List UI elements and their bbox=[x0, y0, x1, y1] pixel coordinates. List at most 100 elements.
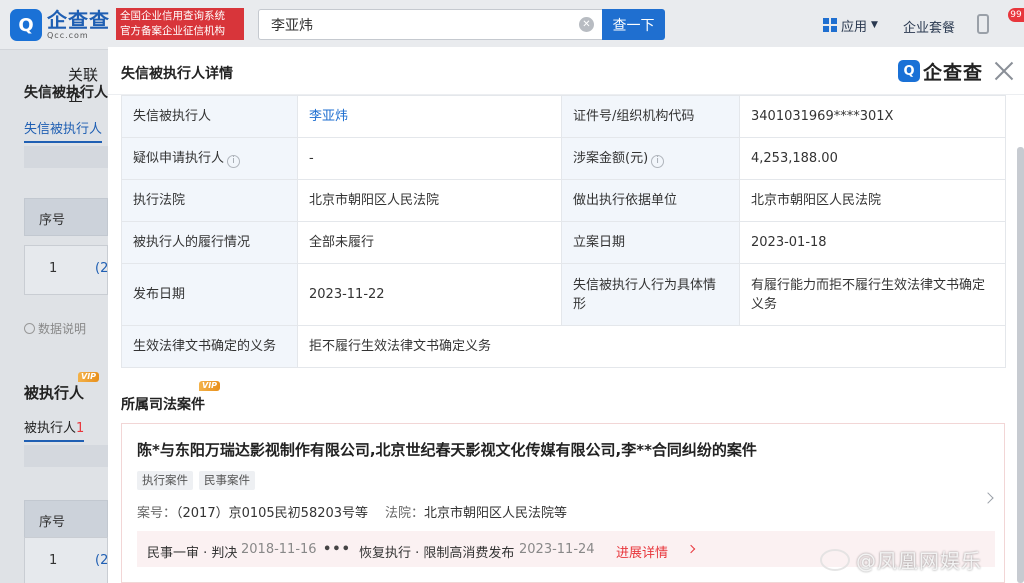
slogan-line-2: 官方备案企业征信机构 bbox=[120, 25, 225, 37]
table-row: 失信被执行人 李亚炜 证件号/组织机构代码 3401031969****301X bbox=[121, 95, 1006, 138]
progress-step-2-date: 2023-11-24 bbox=[519, 542, 595, 557]
id-number-value: 3401031969****301X bbox=[739, 95, 1006, 138]
label-obligation: 生效法律文书确定的义务 bbox=[121, 325, 298, 368]
weibo-eye-icon bbox=[820, 548, 850, 571]
label-amount: 涉案金额(元) i bbox=[561, 137, 740, 180]
info-icon[interactable]: i bbox=[227, 155, 241, 168]
table-row: 发布日期 2023-11-22 失信被执行人行为具体情形 有履行能力而拒不履行生… bbox=[121, 263, 1006, 326]
modal-logo-text: 企查查 bbox=[923, 61, 984, 84]
enterprise-package-link[interactable]: 企业套餐 bbox=[903, 17, 955, 36]
logo-text-en: Qcc.com bbox=[47, 31, 89, 40]
search-input[interactable]: 李亚炜 ✕ bbox=[258, 9, 602, 40]
case-court: 法院：北京市朝阳区人民法院等 bbox=[385, 502, 567, 521]
label-filing-date: 立案日期 bbox=[561, 221, 740, 264]
case-court-label: 法院： bbox=[385, 506, 425, 521]
behavior-value: 有履行能力而拒不履行生效法律文书确定义务 bbox=[739, 263, 1006, 326]
tag-civil-case: 民事案件 bbox=[199, 471, 255, 490]
progress-step-1-date: 2018-11-16 bbox=[241, 542, 317, 557]
court-value: 北京市朝阳区人民法院 bbox=[297, 179, 562, 222]
bg-row-seq: 1 bbox=[49, 261, 58, 276]
modal-logo: Q 企查查 bbox=[898, 59, 984, 84]
detail-table: 失信被执行人 李亚炜 证件号/组织机构代码 3401031969****301X… bbox=[121, 95, 1006, 368]
label-publish-date: 发布日期 bbox=[121, 263, 298, 326]
top-header: Q 企查查 Qcc.com 全国企业信用查询系统 官方备案企业征信机构 李亚炜 … bbox=[0, 0, 1024, 50]
bg-row-link-2[interactable]: (2 bbox=[95, 553, 108, 568]
performance-value: 全部未履行 bbox=[297, 221, 562, 264]
progress-details-link[interactable]: 进展详情 bbox=[616, 542, 668, 561]
chevron-right-icon[interactable] bbox=[982, 492, 994, 504]
modal-title: 失信被执行人详情 bbox=[121, 66, 233, 82]
case-court-value: 北京市朝阳区人民法院等 bbox=[424, 506, 568, 521]
label-id-number: 证件号/组织机构代码 bbox=[561, 95, 740, 138]
close-icon[interactable] bbox=[992, 59, 1016, 83]
bg-subtab-dishonest[interactable]: 失信被执行人 bbox=[24, 118, 103, 143]
label-performance: 被执行人的履行情况 bbox=[121, 221, 298, 264]
dishonest-person-link[interactable]: 李亚炜 bbox=[297, 95, 562, 138]
logo-text-cn: 企查查 bbox=[47, 8, 110, 32]
bg-row-link[interactable]: (2 bbox=[95, 261, 108, 276]
table-row: 执行法院 北京市朝阳区人民法院 做出执行依据单位 北京市朝阳区人民法院 bbox=[121, 179, 1006, 222]
bg-section-dishonest: 失信被执行人 bbox=[24, 85, 108, 101]
apps-grid-icon bbox=[823, 18, 837, 32]
apps-label: 应用 bbox=[841, 19, 868, 35]
clear-icon[interactable]: ✕ bbox=[579, 17, 594, 32]
vip-badge: VIP bbox=[78, 372, 100, 382]
vip-badge: VIP bbox=[199, 381, 221, 391]
label-applicant: 疑似申请执行人 i bbox=[121, 137, 298, 180]
cases-section-title: 所属司法案件 bbox=[121, 397, 205, 413]
bg-section-executed: 被执行人 bbox=[24, 384, 85, 402]
progress-step-2: 恢复执行 · 限制高消费发布 bbox=[359, 546, 515, 561]
case-number: 案号：（2017）京0105民初58203号等 bbox=[137, 502, 368, 521]
chevron-right-icon bbox=[686, 544, 696, 554]
label-behavior: 失信被执行人行为具体情形 bbox=[561, 263, 740, 326]
obligation-value: 拒不履行生效法律文书确定义务 bbox=[297, 325, 1006, 368]
search-button[interactable]: 查一下 bbox=[602, 9, 665, 40]
background-page: 关联企 失信被执行人 失信被执行人 序号 1 (2 数据说明 被执行人 VIP … bbox=[0, 50, 108, 583]
filing-date-value: 2023-01-18 bbox=[739, 221, 1006, 264]
detail-modal: 失信被执行人详情 Q 企查查 失信被执行人 李亚炜 证件号/组织机构代码 340… bbox=[108, 47, 1024, 583]
basis-unit-value: 北京市朝阳区人民法院 bbox=[739, 179, 1006, 222]
bg-filter-bar bbox=[24, 146, 108, 168]
apps-menu-button[interactable]: 应用 ▼ bbox=[823, 13, 878, 37]
progress-more-icon: ••• bbox=[323, 542, 351, 557]
notification-badge[interactable]: 99 bbox=[1008, 8, 1024, 22]
bg-filter-bar-2 bbox=[24, 445, 108, 467]
search-input-value: 李亚炜 bbox=[271, 17, 313, 34]
bg-col-seq-2: 序号 bbox=[39, 515, 66, 530]
table-row: 疑似申请执行人 i - 涉案金额(元) i 4,253,188.00 bbox=[121, 137, 1006, 180]
phone-icon[interactable] bbox=[977, 14, 989, 34]
bg-subtab-count: 1 bbox=[76, 421, 85, 436]
table-row: 1 (2 bbox=[24, 537, 108, 583]
tag-execution-case: 执行案件 bbox=[137, 471, 193, 490]
bg-subtab-executed[interactable]: 被执行人1 bbox=[24, 417, 85, 442]
logo-mark-icon: Q bbox=[10, 9, 42, 41]
case-title[interactable]: 陈*与东阳万瑞达影视制作有限公司,北京世纪春天影视文化传媒有限公司,李**合同纠… bbox=[137, 439, 757, 460]
table-row: 被执行人的履行情况 全部未履行 立案日期 2023-01-18 bbox=[121, 221, 1006, 264]
info-icon[interactable]: i bbox=[651, 155, 665, 168]
bg-col-seq: 序号 bbox=[39, 213, 66, 228]
bg-table-header-2: 序号 bbox=[24, 500, 108, 538]
info-icon bbox=[24, 323, 35, 334]
label-dishonest-person: 失信被执行人 bbox=[121, 95, 298, 138]
site-logo[interactable]: Q 企查查 Qcc.com bbox=[10, 8, 110, 42]
logo-mark-icon: Q bbox=[898, 60, 920, 82]
bg-data-note[interactable]: 数据说明 bbox=[24, 320, 86, 337]
watermark-text: @凤凰网娱乐 bbox=[856, 549, 982, 573]
modal-scrollbar[interactable] bbox=[1017, 147, 1024, 583]
bg-table-header: 序号 bbox=[24, 198, 108, 236]
slogan-line-1: 全国企业信用查询系统 bbox=[120, 10, 225, 22]
progress-step-1: 民事一审 · 判决 bbox=[147, 546, 238, 561]
table-row: 1 (2 bbox=[24, 245, 108, 295]
watermark: @凤凰网娱乐 bbox=[820, 545, 982, 574]
caret-down-icon: ▼ bbox=[871, 20, 878, 30]
modal-header: 失信被执行人详情 Q 企查查 bbox=[108, 47, 1024, 95]
label-court: 执行法院 bbox=[121, 179, 298, 222]
applicant-value: - bbox=[297, 137, 562, 180]
publish-date-value: 2023-11-22 bbox=[297, 263, 562, 326]
label-basis-unit: 做出执行依据单位 bbox=[561, 179, 740, 222]
bg-row-seq-2: 1 bbox=[49, 553, 58, 568]
case-number-label: 案号： bbox=[137, 506, 177, 521]
amount-value: 4,253,188.00 bbox=[739, 137, 1006, 180]
case-number-value: （2017）京0105民初58203号等 bbox=[176, 506, 369, 521]
table-row: 生效法律文书确定的义务 拒不履行生效法律文书确定义务 bbox=[121, 325, 1006, 368]
